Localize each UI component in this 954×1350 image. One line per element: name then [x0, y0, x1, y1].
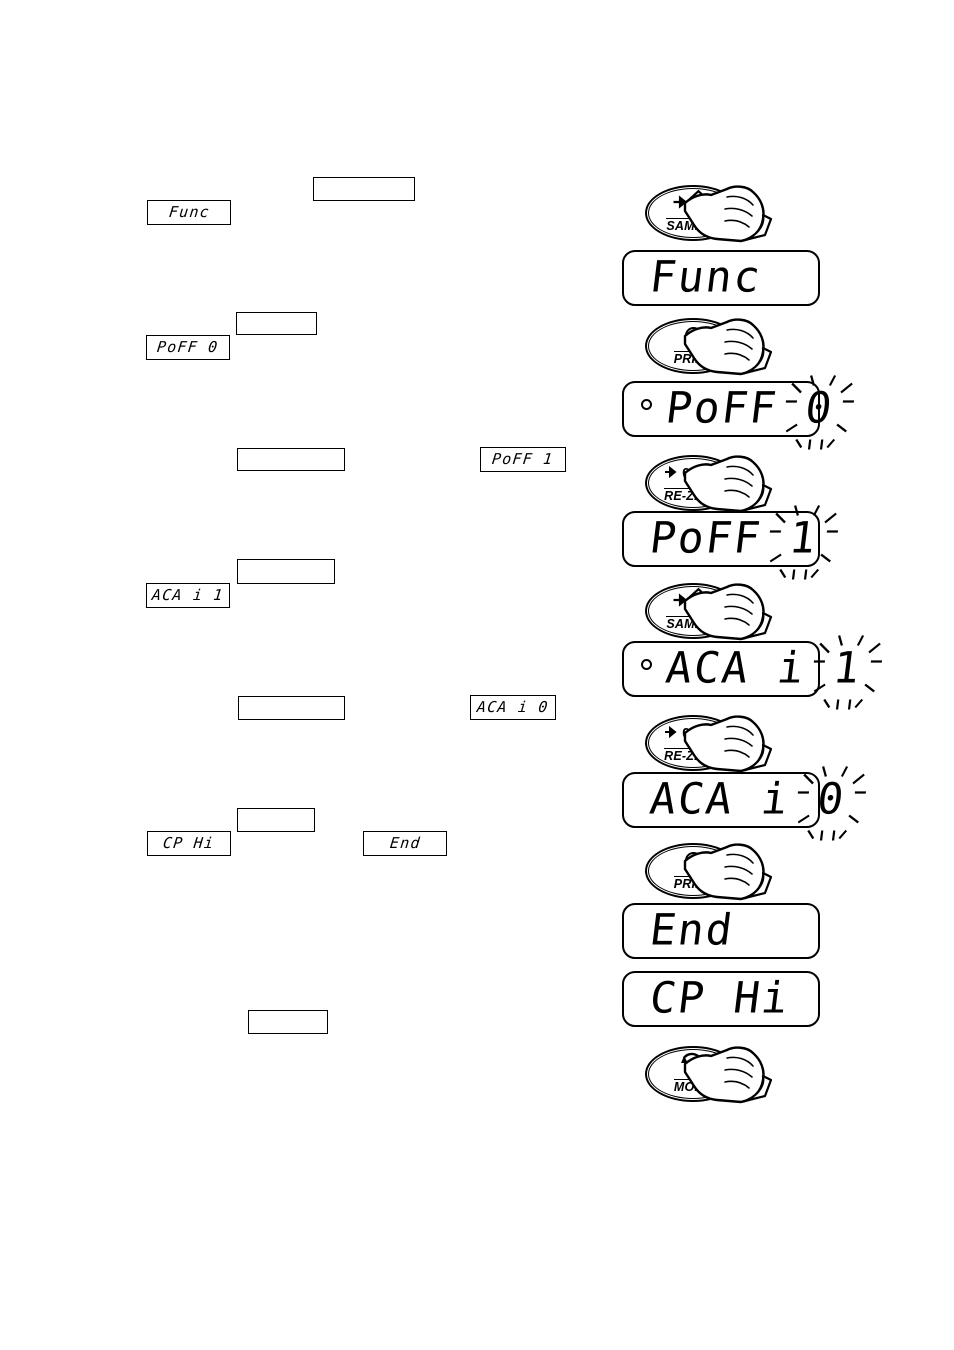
- key-label-text: SAMPLE: [666, 218, 720, 233]
- display-caption-text: CP Hi: [162, 834, 216, 852]
- blinking-digit-text: 1: [830, 643, 865, 694]
- display-caption-text: PoFF 0: [156, 338, 220, 356]
- display-caption-text: PoFF 1: [491, 450, 555, 468]
- blinking-digit: 1: [814, 634, 883, 709]
- blinking-digit-text: 1: [786, 513, 821, 564]
- lcd-readout-text: Func: [646, 252, 765, 303]
- key-label: MODE: [645, 1079, 741, 1094]
- svg-text:R: R: [694, 195, 704, 210]
- lcd-readout-text: End: [646, 905, 737, 956]
- lcd-readout: End: [647, 906, 737, 956]
- lcd-display-panel: ACA i 1: [622, 634, 883, 709]
- blank-callout-box: [237, 559, 335, 584]
- lcd-display-panel: End: [622, 903, 820, 959]
- re-zero-key[interactable]: 0/T RE-ZERO: [645, 715, 741, 771]
- lcd-readout: ACA i 1: [663, 634, 883, 709]
- lcd-readout-text: PoFF: [646, 513, 793, 564]
- re-zero-icon: 0/T: [645, 721, 741, 743]
- blinking-digit: 0: [798, 765, 867, 840]
- mode-key[interactable]: MODE: [645, 1046, 741, 1102]
- re-zero-key[interactable]: 0/T RE-ZERO: [645, 455, 741, 511]
- key-label-text: RE-ZERO: [664, 488, 722, 503]
- lcd-readout-text: CP Hi: [646, 973, 793, 1024]
- lcd-readout: Func: [647, 253, 765, 303]
- display-caption-text: ACA i 0: [476, 698, 550, 716]
- lcd-display-panel: PoFF 1: [622, 504, 839, 579]
- key-label: RE-ZERO: [645, 488, 741, 503]
- blank-callout-box: [248, 1010, 328, 1034]
- print-icon: [645, 324, 741, 346]
- lcd-display-panel: PoFF 0: [622, 374, 855, 449]
- key-label: PRINT: [645, 351, 741, 366]
- lcd-readout: PoFF 1: [647, 504, 839, 579]
- key-label-text: PRINT: [673, 876, 713, 891]
- key-label: RE-ZERO: [645, 748, 741, 763]
- lcd-readout: CP Hi: [647, 974, 793, 1024]
- blank-callout-box: [238, 696, 345, 720]
- key-label-text: PRINT: [673, 351, 713, 366]
- display-caption-end: End: [363, 831, 447, 856]
- lcd-readout: ACA i 0: [647, 765, 867, 840]
- lcd-readout-text: PoFF: [662, 383, 809, 434]
- blinking-digit-text: 0: [814, 774, 849, 825]
- lcd-display-panel: Func: [622, 250, 820, 306]
- print-icon: [645, 849, 741, 871]
- stability-dot-icon: [641, 399, 652, 410]
- blinking-digit: 1: [770, 504, 839, 579]
- lcd-display-panel: CP Hi: [622, 971, 820, 1027]
- svg-text:0/T: 0/T: [682, 465, 704, 482]
- display-caption-poff0: PoFF 0: [146, 335, 230, 360]
- key-label-text: RE-ZERO: [664, 748, 722, 763]
- blinking-digit: 0: [786, 374, 855, 449]
- svg-text:0/T: 0/T: [682, 725, 704, 742]
- sample-key[interactable]: R SAMPLE: [645, 583, 741, 639]
- blank-callout-box: [237, 448, 345, 471]
- lcd-readout: PoFF 0: [663, 374, 855, 449]
- blank-callout-box: [236, 312, 317, 335]
- lcd-display-panel: ACA i 0: [622, 765, 867, 840]
- diamond-r-icon: R: [645, 189, 741, 215]
- display-caption-text: End: [388, 834, 422, 852]
- display-caption-acai0: ACA i 0: [470, 695, 556, 720]
- display-caption-acai1: ACA i 1: [146, 583, 230, 608]
- key-label: SAMPLE: [645, 616, 741, 631]
- lcd-readout-text: ACA i: [662, 643, 837, 694]
- print-key[interactable]: PRINT: [645, 318, 741, 374]
- stability-dot-icon: [641, 659, 652, 670]
- display-caption-func: Func: [147, 200, 231, 225]
- sample-key[interactable]: R SAMPLE: [645, 185, 741, 241]
- key-label-text: SAMPLE: [666, 616, 720, 631]
- key-label-text: MODE: [673, 1079, 713, 1094]
- blank-callout-box: [313, 177, 415, 201]
- display-caption-poff1: PoFF 1: [480, 447, 566, 472]
- svg-text:R: R: [694, 593, 704, 608]
- display-caption-cphi: CP Hi: [147, 831, 231, 856]
- print-key[interactable]: PRINT: [645, 843, 741, 899]
- blank-callout-box: [237, 808, 315, 832]
- key-label: SAMPLE: [645, 218, 741, 233]
- diamond-r-icon: R: [645, 587, 741, 613]
- circular-arrow-icon: [645, 1052, 741, 1074]
- display-caption-text: Func: [167, 203, 211, 221]
- re-zero-icon: 0/T: [645, 461, 741, 483]
- display-caption-text: ACA i 1: [151, 586, 225, 604]
- lcd-readout-text: ACA i: [646, 774, 821, 825]
- blinking-digit-text: 0: [802, 383, 837, 434]
- key-label: PRINT: [645, 876, 741, 891]
